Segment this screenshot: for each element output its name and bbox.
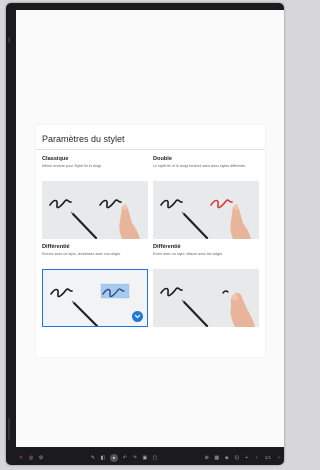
title-divider xyxy=(36,149,265,150)
option-preview[interactable] xyxy=(153,269,259,327)
device-frame: Paramètres du stylet Classique Même écri… xyxy=(6,3,284,465)
option-name: Classique xyxy=(42,156,69,162)
option-description: Écrire avec un stylo, effacer avec les d… xyxy=(153,252,224,256)
next-page-icon[interactable]: › xyxy=(276,455,282,461)
selected-check-icon xyxy=(132,311,143,322)
option-preview[interactable] xyxy=(153,181,259,239)
image-icon[interactable]: ▣ xyxy=(142,455,148,461)
add-page-icon[interactable]: + xyxy=(244,455,250,461)
redo-icon[interactable]: ↷ xyxy=(132,455,138,461)
option-name: Différentié xyxy=(153,244,181,250)
save-icon[interactable]: ⊡ xyxy=(234,455,240,461)
option-differentie-erase[interactable]: Différentié Écrire avec un stylo, efface… xyxy=(153,244,259,327)
zoom-icon[interactable]: ⊕ xyxy=(204,455,210,461)
camera-sensor xyxy=(8,37,10,43)
option-classique[interactable]: Classique Même écriture pour Stylet fin … xyxy=(42,156,148,239)
eraser-icon[interactable]: ◧ xyxy=(100,455,106,461)
option-description: Le stylet fin et le doigt écrivent dans … xyxy=(153,164,246,168)
shapes-icon[interactable]: ▢ xyxy=(152,455,158,461)
option-description: Écrivez avec un stylo, choisissez avec v… xyxy=(42,252,122,256)
pen-icon[interactable]: ✎ xyxy=(90,455,96,461)
bottom-toolbar: ✕ ◎ ⚙ ✎ ◧ ● ↶ ↷ ▣ ▢ ⊕ ▦ ◈ ⊡ + ‹ 1/1 › xyxy=(16,449,284,466)
share-icon[interactable]: ◎ xyxy=(28,455,34,461)
close-icon[interactable]: ✕ xyxy=(18,455,24,461)
option-name: Différentié xyxy=(42,244,70,250)
screen: Paramètres du stylet Classique Même écri… xyxy=(16,10,284,447)
selector-icon[interactable]: ● xyxy=(109,453,118,462)
dialog-title: Paramètres du stylet xyxy=(42,134,125,144)
layers-icon[interactable]: ◈ xyxy=(224,455,230,461)
settings-icon[interactable]: ⚙ xyxy=(38,455,44,461)
option-description: Même écriture pour Stylet fin et doigt. xyxy=(42,164,102,168)
option-differentie-select[interactable]: Différentié Écrivez avec un stylo, chois… xyxy=(42,244,148,327)
grid-icon[interactable]: ▦ xyxy=(214,455,220,461)
page-indicator: 1/1 xyxy=(264,455,272,460)
option-preview-selected[interactable] xyxy=(42,269,148,327)
side-indicator xyxy=(8,418,10,440)
option-double[interactable]: Double Le stylet fin et le doigt écriven… xyxy=(153,156,259,239)
option-name: Double xyxy=(153,156,172,162)
prev-page-icon[interactable]: ‹ xyxy=(254,455,260,461)
option-preview[interactable] xyxy=(42,181,148,239)
undo-icon[interactable]: ↶ xyxy=(122,455,128,461)
stylus-settings-dialog: Paramètres du stylet Classique Même écri… xyxy=(36,125,265,357)
